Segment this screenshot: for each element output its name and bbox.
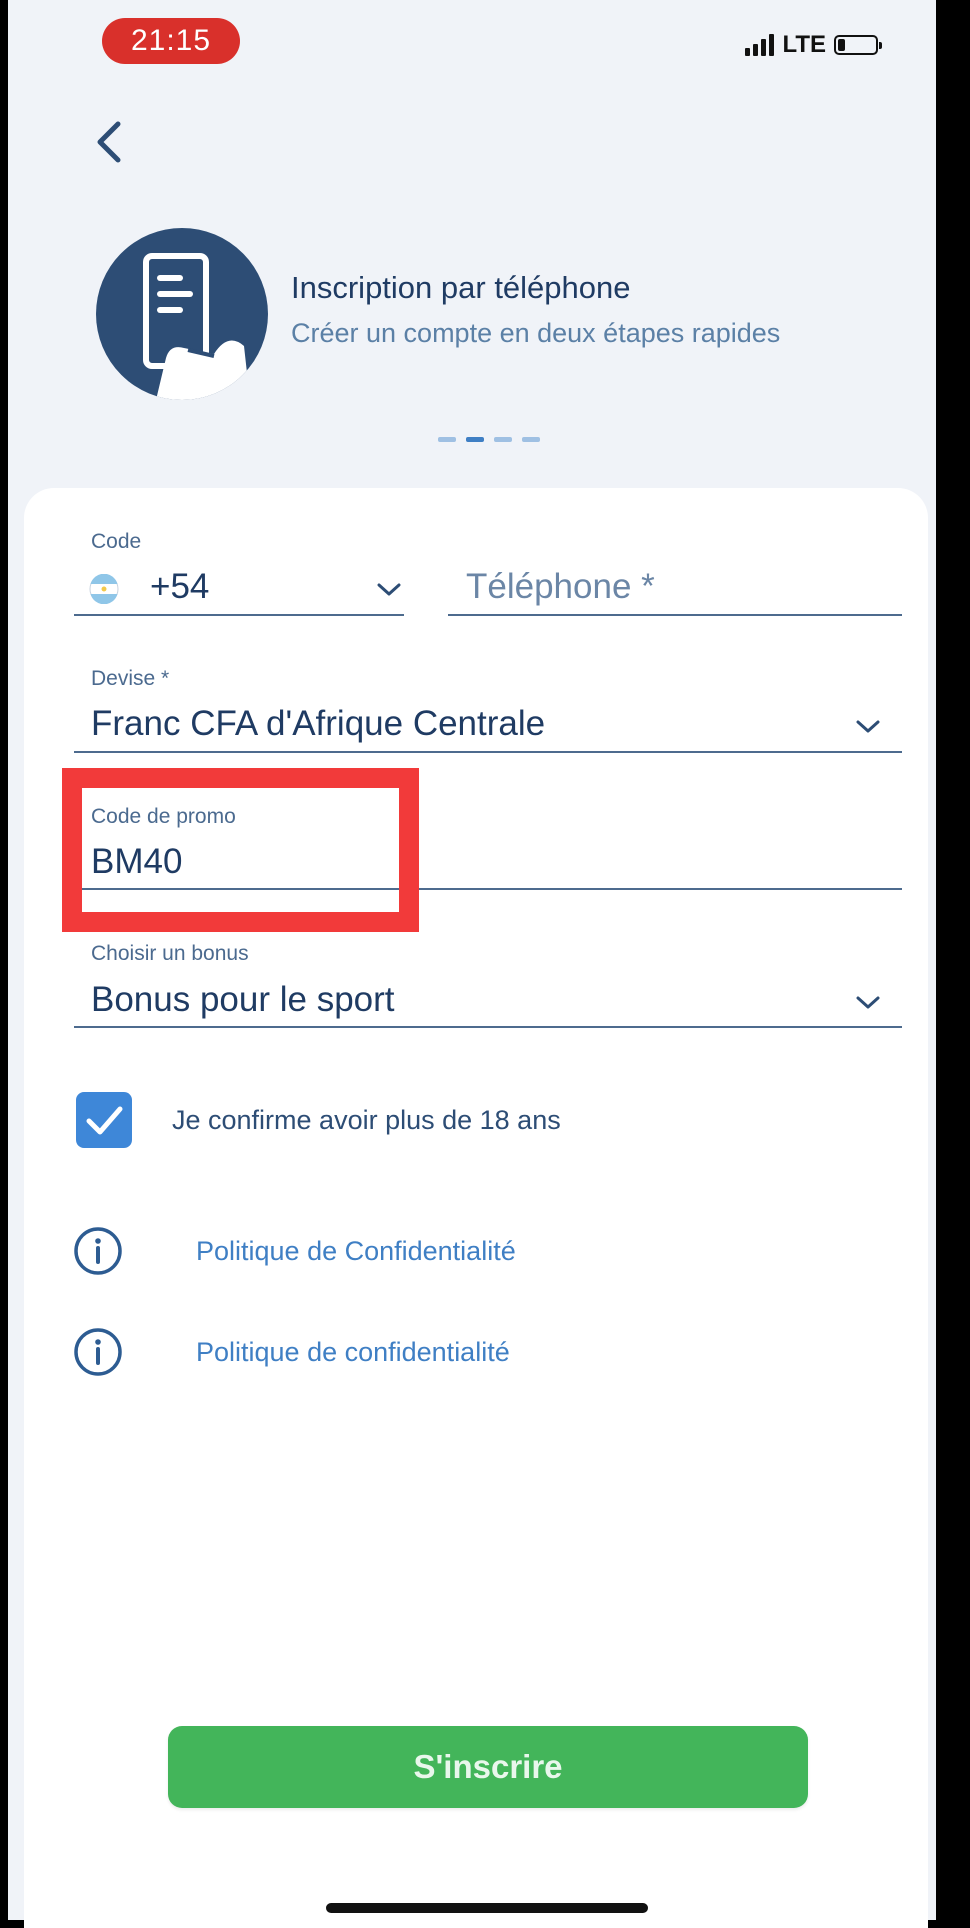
argentina-flag-icon [89, 574, 119, 604]
privacy-policy-label: Politique de Confidentialité [196, 1235, 516, 1266]
age-confirm-checkbox[interactable] [76, 1092, 132, 1148]
chevron-down-icon [856, 996, 880, 1009]
privacy-policy-link-1[interactable]: Politique de Confidentialité [72, 1225, 516, 1277]
chevron-down-icon [856, 720, 880, 733]
privacy-policy-link-2[interactable]: Politique de confidentialité [72, 1326, 510, 1378]
step-dot [494, 437, 512, 442]
chevron-down-icon [377, 583, 401, 596]
signal-icon [745, 34, 775, 56]
bonus-underline [74, 1026, 902, 1028]
phone-input[interactable]: Téléphone * [466, 567, 655, 607]
network-type: LTE [782, 31, 826, 58]
step-dot [438, 437, 456, 442]
phone-hand-icon [96, 228, 268, 400]
currency-value: Franc CFA d'Afrique Centrale [91, 704, 546, 743]
register-button[interactable]: S'inscrire [168, 1726, 808, 1808]
battery-icon [834, 35, 882, 55]
page-subtitle: Créer un compte en deux étapes rapides [291, 318, 781, 348]
info-icon [74, 1227, 122, 1275]
status-time: 21:15 [102, 18, 240, 64]
country-code-value: +54 [150, 567, 210, 606]
highlight-annotation [62, 768, 419, 932]
country-code-select[interactable] [74, 560, 404, 616]
currency-underline [74, 751, 902, 753]
age-confirm-label: Je confirme avoir plus de 18 ans [172, 1105, 561, 1135]
code-underline [74, 614, 404, 616]
code-label: Code [91, 530, 142, 553]
back-button[interactable] [90, 118, 130, 166]
step-dot [522, 437, 540, 442]
status-indicators: LTE [745, 30, 882, 60]
bonus-label: Choisir un bonus [91, 942, 249, 965]
info-icon [74, 1328, 122, 1376]
step-dot-active [466, 437, 484, 442]
step-indicator [438, 437, 540, 442]
currency-label: Devise * [91, 667, 170, 690]
bonus-value: Bonus pour le sport [91, 980, 395, 1019]
battery-level [838, 39, 845, 51]
checkmark-icon [86, 1106, 123, 1135]
chevron-left-icon [97, 121, 121, 163]
page-title: Inscription par téléphone [291, 270, 631, 305]
home-indicator[interactable] [326, 1903, 648, 1913]
phone-underline [448, 614, 902, 616]
privacy-policy-label: Politique de confidentialité [196, 1336, 510, 1367]
